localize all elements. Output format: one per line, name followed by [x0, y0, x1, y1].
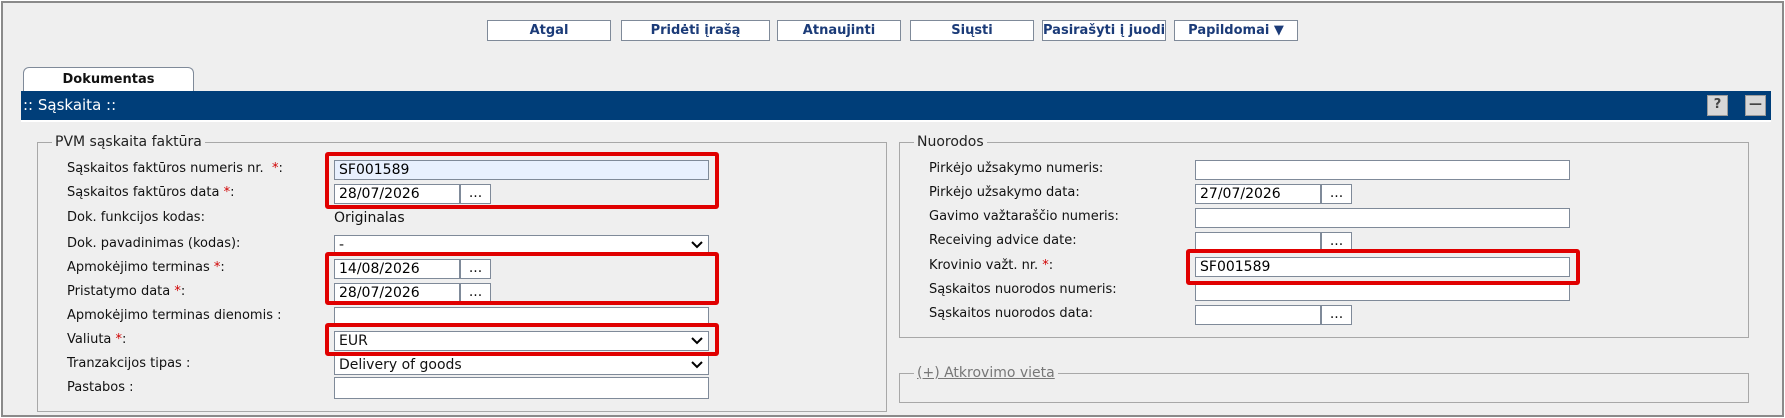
title-underline — [21, 120, 1771, 122]
transaction-type-select[interactable]: Delivery of goods — [334, 355, 709, 375]
toolbar: Atgal Pridėti įrašą Atnaujinti Siųsti Pa… — [3, 20, 1782, 42]
order-number-label: Pirkėjo užsakymo numeris: — [929, 161, 1104, 176]
doc-name-select[interactable]: - — [334, 235, 709, 255]
due-date-input[interactable]: 14/08/2026 — [334, 259, 460, 279]
recovery-place-fieldset: (+) Atkrovimo vieta — [899, 365, 1749, 403]
doc-name-label: Dok. pavadinimas (kodas): — [67, 236, 241, 251]
delivery-date-picker-button[interactable]: ... — [460, 283, 491, 303]
app-frame: Atgal Pridėti įrašą Atnaujinti Siųsti Pa… — [1, 1, 1784, 417]
func-code-label: Dok. funkcijos kodas: — [67, 210, 205, 225]
help-icon[interactable]: ? — [1707, 95, 1728, 116]
invoice-date-label: Sąskaitos faktūros data *: — [67, 185, 235, 200]
order-number-input[interactable] — [1195, 160, 1570, 180]
notes-label: Pastabos : — [67, 380, 134, 395]
due-date-label: Apmokėjimo terminas *: — [67, 260, 225, 275]
cargo-waybill-label: Krovinio važt. nr. *: — [929, 258, 1054, 273]
back-button[interactable]: Atgal — [487, 20, 611, 41]
chevron-down-icon — [691, 241, 703, 249]
reference-date-label: Sąskaitos nuorodos data: — [929, 306, 1094, 321]
reference-date-picker-button[interactable]: ... — [1321, 305, 1352, 325]
minimize-icon[interactable]: — — [1745, 95, 1766, 116]
receiving-advice-date-input[interactable] — [1195, 232, 1321, 252]
func-code-value: Originalas — [334, 210, 405, 226]
cargo-waybill-input[interactable]: SF001589 — [1195, 257, 1570, 277]
add-record-button[interactable]: Pridėti įrašą — [621, 20, 770, 41]
due-days-label: Apmokėjimo terminas dienomis : — [67, 308, 282, 323]
currency-label: Valiuta *: — [67, 332, 127, 347]
tab-document[interactable]: Dokumentas — [23, 67, 194, 92]
references-legend: Nuorodos — [917, 134, 984, 150]
chevron-down-icon — [691, 337, 703, 345]
order-date-label: Pirkėjo užsakymo data: — [929, 185, 1080, 200]
waybill-number-label: Gavimo važtaraščio numeris: — [929, 209, 1119, 224]
receiving-advice-date-picker-button[interactable]: ... — [1321, 232, 1352, 252]
panel-title: :: Sąskaita :: — [23, 96, 117, 114]
notes-input[interactable] — [334, 377, 709, 399]
invoice-date-picker-button[interactable]: ... — [460, 184, 491, 204]
reference-date-input[interactable] — [1195, 305, 1321, 325]
due-date-picker-button[interactable]: ... — [460, 259, 491, 279]
order-date-input[interactable]: 27/07/2026 — [1195, 184, 1321, 204]
panel-title-bar: :: Sąskaita :: ? — — [21, 91, 1771, 120]
invoice-number-input[interactable]: SF001589 — [334, 160, 709, 180]
refresh-button[interactable]: Atnaujinti — [777, 20, 901, 41]
recovery-place-toggle[interactable]: (+) Atkrovimo vieta — [914, 365, 1058, 381]
delivery-date-label: Pristatymo data *: — [67, 284, 186, 299]
currency-select[interactable]: EUR — [334, 331, 709, 351]
chevron-down-icon — [691, 361, 703, 369]
reference-number-input[interactable] — [1195, 281, 1570, 301]
invoice-date-input[interactable]: 28/07/2026 — [334, 184, 460, 204]
invoice-number-label: Sąskaitos faktūros numeris nr. *: — [67, 161, 283, 176]
due-days-input[interactable] — [334, 307, 709, 327]
waybill-number-input[interactable] — [1195, 208, 1570, 228]
transaction-type-label: Tranzakcijos tipas : — [67, 356, 191, 371]
sign-button[interactable]: Pasirašyti į juodi — [1042, 20, 1166, 41]
reference-number-label: Sąskaitos nuorodos numeris: — [929, 282, 1117, 297]
more-button[interactable]: Papildomai ▼ — [1174, 20, 1298, 41]
receiving-advice-date-label: Receiving advice date: — [929, 233, 1077, 248]
invoice-legend: PVM sąskaita faktūra — [55, 134, 202, 150]
order-date-picker-button[interactable]: ... — [1321, 184, 1352, 204]
send-button[interactable]: Siųsti — [910, 20, 1034, 41]
delivery-date-input[interactable]: 28/07/2026 — [334, 283, 460, 303]
